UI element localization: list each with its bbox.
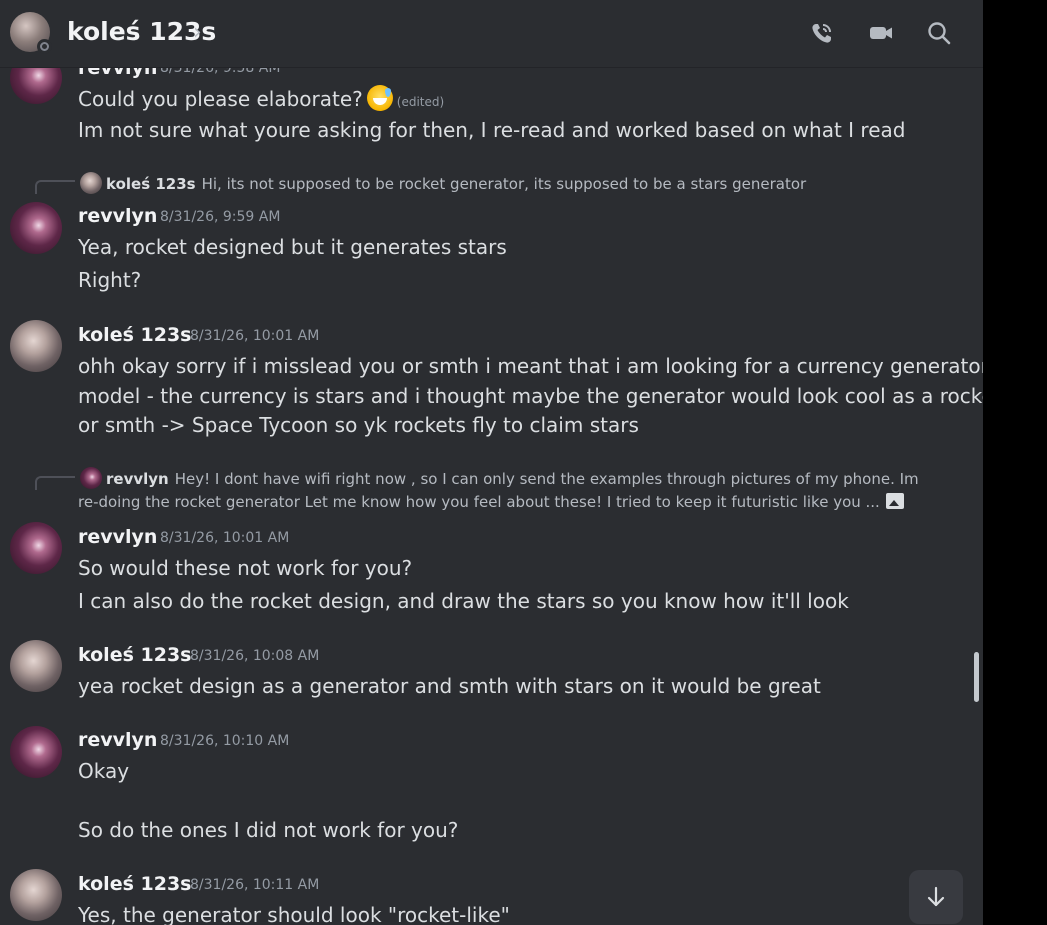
avatar[interactable] — [10, 869, 62, 921]
message-author[interactable]: koleś 123s — [78, 644, 191, 666]
reply-author: koleś 123s — [106, 175, 196, 193]
reply-text: Hey! I dont have wifi right now , so I c… — [174, 470, 919, 488]
message-text: Yea, rocket designed but it generates st… — [78, 235, 507, 259]
reply-text: re-doing the rocket generator Let me kno… — [78, 493, 880, 511]
chat-header: koleś 123s › — [0, 0, 983, 68]
search-icon[interactable] — [925, 19, 953, 47]
reply-connector — [35, 180, 75, 194]
reply-reference[interactable]: revvlyn Hey! I dont have wifi right now ,… — [80, 467, 919, 489]
message-text: Right? — [78, 268, 142, 292]
reply-connector — [35, 476, 75, 490]
reply-reference[interactable]: koleś 123s Hi, its not supposed to be roc… — [80, 172, 806, 194]
message-author[interactable]: revvlyn — [78, 526, 157, 548]
message-text: I can also do the rocket design, and dra… — [78, 589, 849, 613]
message-timestamp: 8/31/26, 10:10 AM — [160, 733, 290, 749]
edited-label: (edited) — [396, 95, 445, 109]
avatar[interactable] — [10, 522, 62, 574]
message-text-content: Could you please elaborate? — [78, 87, 363, 111]
message-text: or smth -> Space Tycoon so yk rockets fl… — [78, 413, 639, 437]
video-camera-icon[interactable] — [867, 19, 895, 47]
chat-window: revvlyn 8/31/26, 9:58 AM Could you pleas… — [0, 0, 983, 925]
message-text: So do the ones I did not work for you? — [78, 818, 459, 842]
chevron-right-icon[interactable]: › — [193, 20, 202, 45]
avatar[interactable] — [10, 202, 62, 254]
message-text: Im not sure what youre asking for then, … — [78, 118, 906, 142]
message-author[interactable]: koleś 123s — [78, 324, 191, 346]
message-timestamp: 8/31/26, 10:01 AM — [190, 328, 320, 344]
avatar[interactable] — [10, 640, 62, 692]
reply-avatar — [80, 172, 102, 194]
message-list: revvlyn 8/31/26, 9:58 AM Could you pleas… — [0, 0, 983, 925]
reply-avatar — [80, 467, 102, 489]
jump-to-present-button[interactable] — [909, 870, 963, 924]
message-author[interactable]: koleś 123s — [78, 873, 191, 895]
message-text: Okay — [78, 759, 130, 783]
message-text: yea rocket design as a generator and smt… — [78, 674, 821, 698]
message-text: Could you please elaborate? (edited) — [78, 85, 444, 111]
message-timestamp: 8/31/26, 9:59 AM — [160, 209, 281, 225]
message-timestamp: 8/31/26, 10:08 AM — [190, 648, 320, 664]
message-author[interactable]: revvlyn — [78, 729, 157, 751]
reply-text-continued[interactable]: re-doing the rocket generator Let me kno… — [78, 493, 904, 511]
avatar[interactable] — [10, 320, 62, 372]
message-timestamp: 8/31/26, 10:11 AM — [190, 877, 320, 893]
message-text: Yes, the generator should look "rocket-l… — [78, 903, 510, 925]
message-text: ohh okay sorry if i misslead you or smth… — [78, 354, 983, 378]
message-text: So would these not work for you? — [78, 556, 413, 580]
message-author[interactable]: revvlyn — [78, 205, 157, 227]
reply-author: revvlyn — [106, 470, 169, 488]
phone-call-icon[interactable] — [808, 19, 836, 47]
header-avatar[interactable] — [10, 12, 52, 54]
avatar[interactable] — [10, 726, 62, 778]
image-attachment-icon — [885, 493, 904, 509]
reply-text: Hi, its not supposed to be rocket genera… — [201, 175, 807, 193]
status-indicator — [37, 39, 52, 54]
sweat-smile-emoji-icon — [366, 85, 393, 111]
message-timestamp: 8/31/26, 10:01 AM — [160, 530, 290, 546]
arrow-down-icon — [927, 886, 945, 907]
scrollbar[interactable] — [974, 652, 979, 702]
message-text: model - the currency is stars and i thou… — [78, 384, 983, 408]
